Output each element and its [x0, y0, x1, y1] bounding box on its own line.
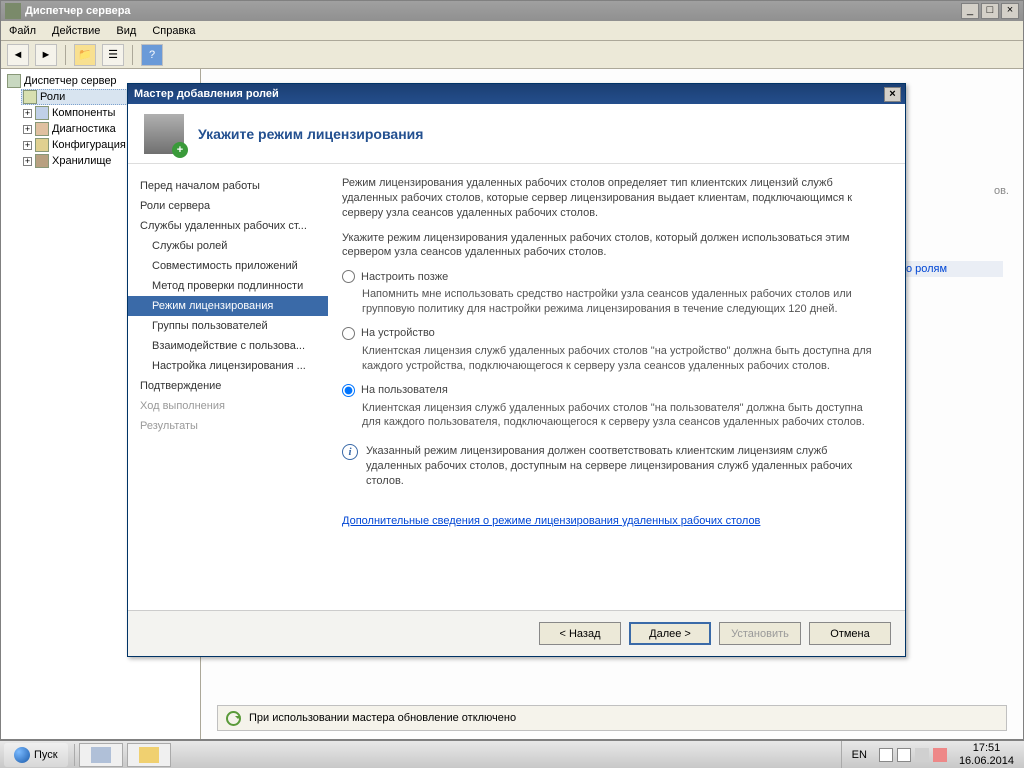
menubar: Файл Действие Вид Справка [1, 21, 1023, 41]
nav-server-roles[interactable]: Роли сервера [128, 196, 328, 216]
dialog-title: Мастер добавления ролей [132, 88, 884, 100]
next-button[interactable]: Далее > [629, 622, 711, 645]
close-button[interactable]: × [1001, 3, 1019, 19]
nav-rds[interactable]: Службы удаленных рабочих ст... [128, 216, 328, 236]
start-label: Пуск [34, 749, 58, 761]
status-text: При использовании мастера обновление отк… [249, 712, 516, 724]
toolbar: ◄ ► 📁 ☰ ? [1, 41, 1023, 69]
radio-per-user[interactable]: На пользователя [342, 384, 883, 397]
taskbar: Пуск EN 17:51 16.06.2014 [0, 740, 1024, 768]
minimize-button[interactable]: _ [961, 3, 979, 19]
dialog-close-button[interactable]: × [884, 87, 901, 102]
intro-text-1: Режим лицензирования удаленных рабочих с… [342, 176, 883, 221]
radio-per-device[interactable]: На устройство [342, 327, 883, 340]
maximize-button[interactable]: □ [981, 3, 999, 19]
nav-user-groups[interactable]: Группы пользователей [128, 316, 328, 336]
back-button[interactable]: < Назад [539, 622, 621, 645]
wizard-footer: < Назад Далее > Установить Отмена [128, 610, 905, 656]
nav-before-begin[interactable]: Перед началом работы [128, 176, 328, 196]
menu-file[interactable]: Файл [9, 25, 36, 37]
forward-button[interactable]: ► [35, 44, 57, 66]
content-truncated-text: ов. [994, 185, 1009, 197]
tray-volume-icon[interactable] [933, 748, 947, 762]
nav-auth-method[interactable]: Метод проверки подлинности [128, 276, 328, 296]
dialog-titlebar[interactable]: Мастер добавления ролей × [128, 84, 905, 104]
nav-results: Результаты [128, 416, 328, 436]
info-note: i Указанный режим лицензирования должен … [342, 444, 883, 489]
nav-progress: Ход выполнения [128, 396, 328, 416]
intro-text-2: Укажите режим лицензирования удаленных р… [342, 231, 883, 261]
properties-button[interactable]: ☰ [102, 44, 124, 66]
wizard-icon [144, 114, 184, 154]
clock-time: 17:51 [959, 742, 1014, 754]
learn-more-link[interactable]: Дополнительные сведения о режиме лицензи… [342, 515, 760, 527]
clock-date: 16.06.2014 [959, 755, 1014, 767]
tray-action-center-icon[interactable] [897, 748, 911, 762]
tray-network-icon[interactable] [915, 748, 929, 762]
nav-client-experience[interactable]: Взаимодействие с пользова... [128, 336, 328, 356]
radio-configure-later[interactable]: Настроить позже [342, 270, 883, 283]
wizard-nav: Перед началом работы Роли сервера Службы… [128, 164, 328, 610]
add-roles-wizard: Мастер добавления ролей × Укажите режим … [127, 83, 906, 657]
licensing-mode-radio-group: Настроить позже Напомнить мне использова… [342, 270, 883, 430]
tray-flag-icon[interactable] [879, 748, 893, 762]
desc-per-user: Клиентская лицензия служб удаленных рабо… [362, 401, 883, 431]
refresh-icon [226, 711, 241, 726]
wizard-content: Режим лицензирования удаленных рабочих с… [328, 164, 905, 610]
main-titlebar[interactable]: Диспетчер сервера _ □ × [1, 1, 1023, 21]
by-roles-link[interactable]: по ролям [897, 261, 1003, 277]
app-icon [5, 3, 21, 19]
task-server-manager[interactable] [79, 743, 123, 767]
language-indicator[interactable]: EN [848, 749, 871, 761]
dialog-header: Укажите режим лицензирования [128, 104, 905, 164]
window-title: Диспетчер сервера [25, 5, 961, 17]
system-tray: EN 17:51 16.06.2014 [841, 741, 1024, 768]
install-button: Установить [719, 622, 801, 645]
clock[interactable]: 17:51 16.06.2014 [955, 742, 1018, 766]
windows-orb-icon [14, 747, 30, 763]
menu-help[interactable]: Справка [152, 25, 195, 37]
status-bar: При использовании мастера обновление отк… [217, 705, 1007, 731]
start-button[interactable]: Пуск [4, 743, 68, 767]
desc-per-device: Клиентская лицензия служб удаленных рабо… [362, 344, 883, 374]
nav-licensing-config[interactable]: Настройка лицензирования ... [128, 356, 328, 376]
dialog-heading: Укажите режим лицензирования [198, 126, 423, 142]
back-button[interactable]: ◄ [7, 44, 29, 66]
info-text: Указанный режим лицензирования должен со… [366, 444, 883, 489]
nav-role-services[interactable]: Службы ролей [128, 236, 328, 256]
info-icon: i [342, 444, 358, 460]
help-button[interactable]: ? [141, 44, 163, 66]
menu-action[interactable]: Действие [52, 25, 100, 37]
cancel-button[interactable]: Отмена [809, 622, 891, 645]
nav-app-compat[interactable]: Совместимость приложений [128, 256, 328, 276]
folder-button[interactable]: 📁 [74, 44, 96, 66]
nav-confirm[interactable]: Подтверждение [128, 376, 328, 396]
nav-licensing-mode[interactable]: Режим лицензирования [128, 296, 328, 316]
desc-configure-later: Напомнить мне использовать средство наст… [362, 287, 883, 317]
task-explorer[interactable] [127, 743, 171, 767]
menu-view[interactable]: Вид [116, 25, 136, 37]
